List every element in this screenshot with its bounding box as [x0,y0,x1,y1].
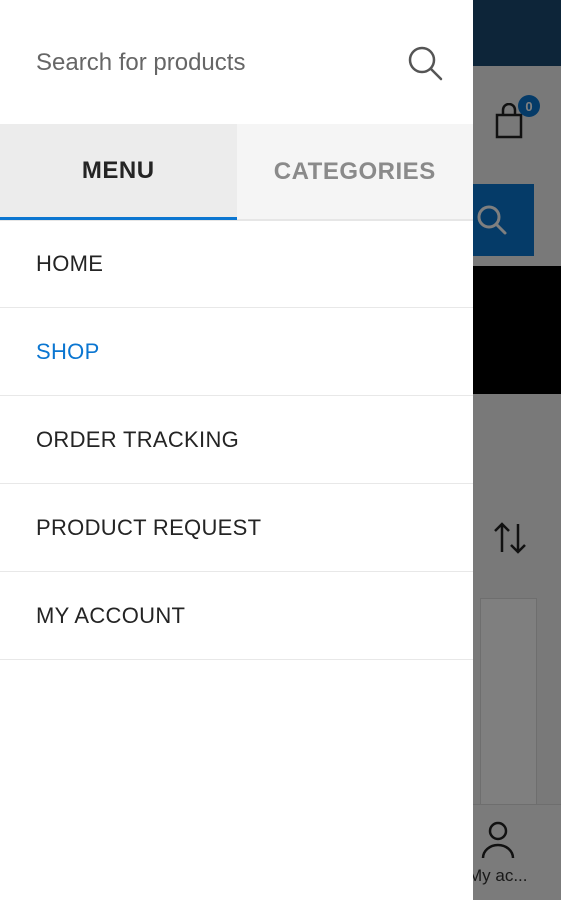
menu-item-order-tracking[interactable]: ORDER TRACKING [0,396,473,484]
search-icon[interactable] [406,44,444,82]
tab-categories[interactable]: CATEGORIES [236,124,473,220]
drawer-tabs: MENU CATEGORIES [0,124,473,220]
drawer-search [0,0,473,124]
tab-menu[interactable]: MENU [0,124,237,220]
search-input[interactable] [36,40,376,86]
menu-item-shop[interactable]: SHOP [0,308,473,396]
menu-item-my-account[interactable]: MY ACCOUNT [0,572,473,660]
menu-item-home[interactable]: HOME [0,220,473,308]
drawer-menu-list: HOME SHOP ORDER TRACKING PRODUCT REQUEST… [0,220,473,660]
menu-item-product-request[interactable]: PRODUCT REQUEST [0,484,473,572]
page: 0 My ac... [0,0,561,900]
mobile-nav-drawer: MENU CATEGORIES HOME SHOP ORDER TRACKING… [0,0,473,900]
